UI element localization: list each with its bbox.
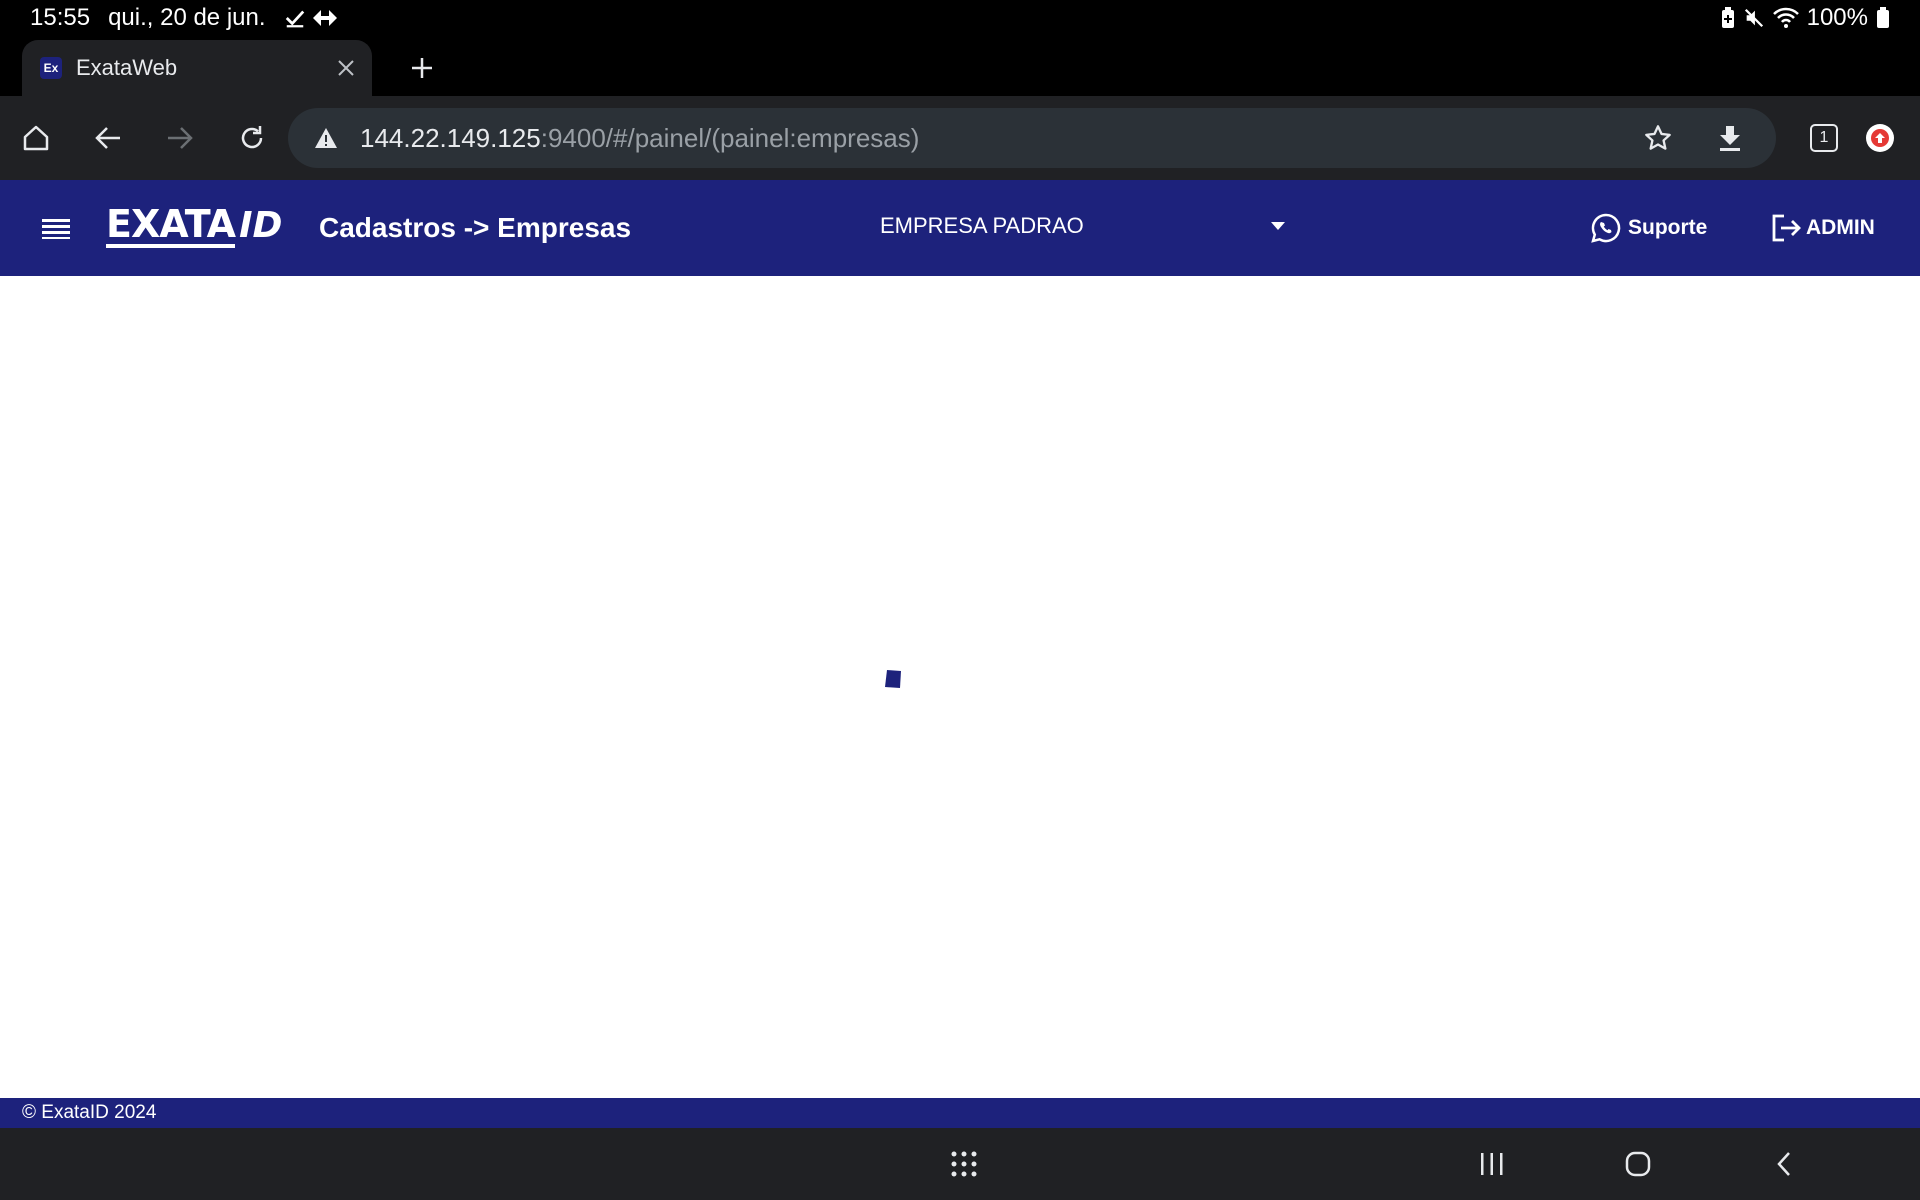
star-icon [1645,125,1671,150]
home-nav-button[interactable] [1614,1140,1662,1188]
loading-spinner [885,670,901,688]
close-tab-button[interactable] [326,48,366,88]
system-nav-bar [0,1128,1920,1200]
whatsapp-icon [1591,213,1621,243]
tab-favicon: Ex [40,57,62,79]
battery-percent: 100% [1806,4,1868,31]
main-content [0,276,1920,1098]
status-date: qui., 20 de jun. [108,4,266,31]
arrow-right-icon [168,127,193,149]
hamburger-icon [42,219,70,239]
exataid-logo[interactable]: EXATA ID [106,200,282,252]
reload-icon [241,126,263,149]
logo-text-suffix: ID [239,205,283,246]
browser-toolbar: 144.22.149.125:9400/#/painel/(painel:emp… [0,96,1920,180]
back-button[interactable] [84,114,132,162]
url-host: 144.22.149.125 [360,123,541,153]
user-label: ADMIN [1806,216,1875,239]
check-icon [285,10,304,28]
app-drawer-button[interactable] [940,1140,988,1188]
status-left: 15:55 qui., 20 de jun. [30,0,338,36]
app-footer: © ExataID 2024 [0,1098,1920,1128]
download-button[interactable] [1710,118,1750,158]
reload-button[interactable] [228,114,276,162]
wifi-icon [1772,7,1799,28]
back-nav-button[interactable] [1760,1140,1808,1188]
close-icon [338,60,354,76]
not-secure-warning[interactable] [310,122,342,154]
logout-button[interactable]: ADMIN [1770,204,1875,252]
tab-count: 1 [1810,124,1838,152]
app-header: EXATA ID Cadastros -> Empresas EMPRESA P… [0,180,1920,276]
status-notification-icons [284,7,338,29]
home-circle-icon [1625,1151,1651,1177]
grid-dots-icon [951,1151,977,1177]
plus-icon [412,58,432,78]
url-text: 144.22.149.125:9400/#/painel/(painel:emp… [360,108,919,168]
download-icon [1720,126,1740,151]
battery-saver-icon [1721,7,1734,28]
page-title: Cadastros -> Empresas [319,212,632,243]
browser-tab[interactable]: Ex ExataWeb [22,40,372,96]
status-right: 100% [1721,0,1890,36]
bookmark-button[interactable] [1638,118,1678,158]
address-bar[interactable]: 144.22.149.125:9400/#/painel/(painel:emp… [288,108,1776,168]
support-button[interactable]: Suporte [1590,204,1707,252]
support-label: Suporte [1628,216,1708,239]
tab-title: ExataWeb [76,55,178,80]
chevron-left-icon [1777,1152,1790,1176]
mute-icon [1744,8,1763,28]
home-icon [23,125,49,151]
company-select-value: EMPRESA PADRAO [880,213,1084,238]
new-tab-button[interactable] [400,46,444,90]
status-time: 15:55 [30,4,91,31]
browser-menu-button[interactable] [1856,114,1904,162]
logout-icon [1772,214,1801,242]
battery-icon [1877,7,1889,28]
dropdown-arrow-icon [1266,214,1290,238]
recents-icon [1481,1153,1503,1175]
forward-button[interactable] [156,114,204,162]
home-button[interactable] [12,114,60,162]
update-arrow-icon [1871,129,1889,147]
tab-switcher-button[interactable]: 1 [1800,114,1848,162]
company-select[interactable]: EMPRESA PADRAO [880,200,1300,252]
menu-button[interactable] [32,204,80,252]
arrow-left-icon [95,127,120,149]
logo-text-main: EXATA [106,202,236,248]
browser-tab-strip: Ex ExataWeb [0,36,1920,96]
warning-icon [315,128,337,148]
update-badge [1866,124,1894,152]
system-status-bar: 15:55 qui., 20 de jun. 100% [0,0,1920,36]
recent-apps-button[interactable] [1468,1140,1516,1188]
diamond-arrows-icon [312,10,337,26]
url-path: :9400/#/painel/(painel:empresas) [540,123,920,153]
